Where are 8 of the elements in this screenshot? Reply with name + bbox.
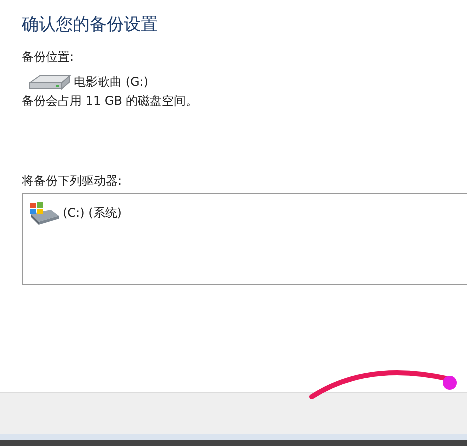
- drive-list-item[interactable]: (C:) (系统): [27, 200, 122, 226]
- usage-text: 备份会占用 11 GB 的磁盘空间。: [22, 93, 200, 110]
- hard-drive-icon: [28, 72, 72, 92]
- drives-label: 将备份下列驱动器:: [22, 173, 124, 190]
- page-title: 确认您的备份设置: [22, 14, 159, 36]
- drive-name: 电影歌曲 (G:): [74, 74, 149, 91]
- system-drive-icon: [27, 200, 61, 226]
- location-label: 备份位置:: [22, 49, 76, 66]
